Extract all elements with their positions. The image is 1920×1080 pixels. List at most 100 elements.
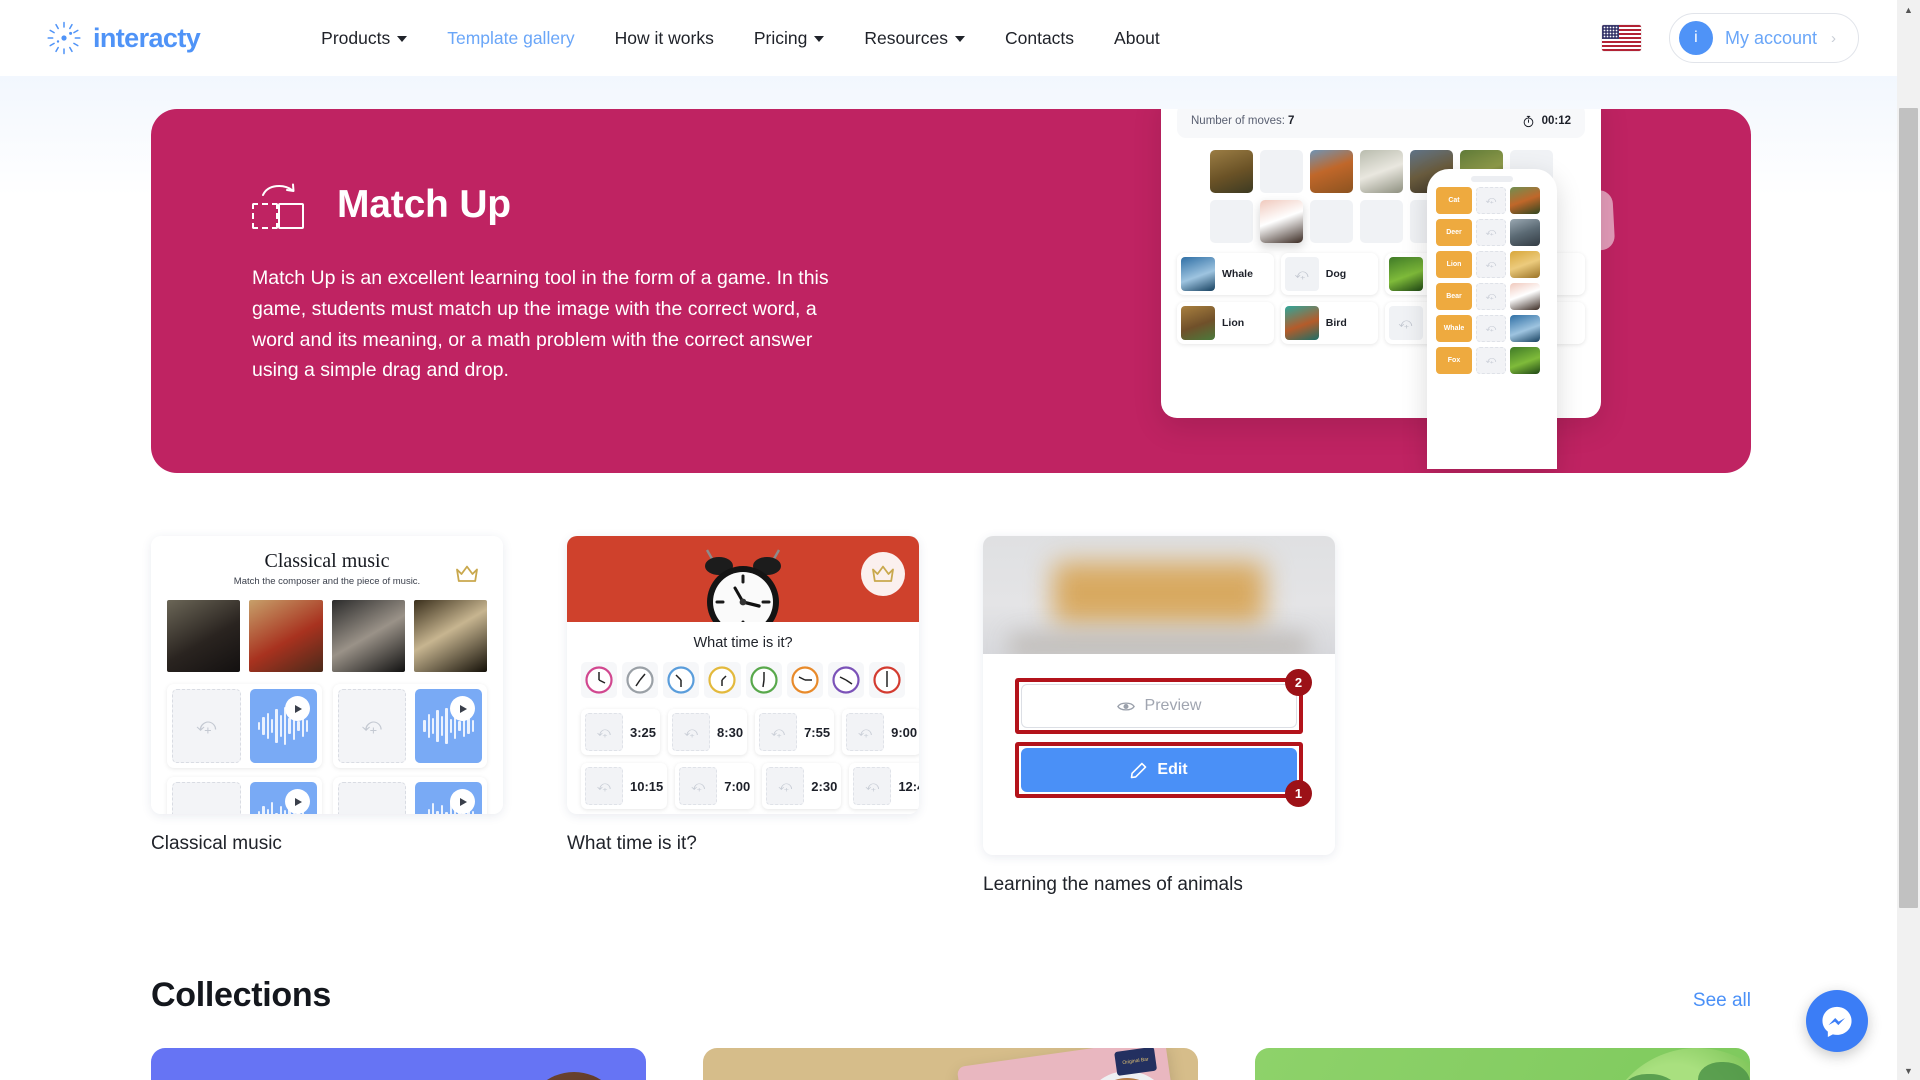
messenger-button[interactable] (1806, 990, 1868, 1052)
nav-label: Contacts (1004, 27, 1075, 48)
page-scrollbar[interactable]: ▲ ▼ (1897, 0, 1920, 1080)
time-label: 7:00 (724, 778, 751, 794)
play-icon[interactable] (284, 696, 310, 721)
time-item: ⤽ 3:25 (581, 709, 661, 755)
moves-value: 7 (1287, 115, 1295, 127)
logo[interactable]: interacty (46, 20, 201, 56)
clock-face (581, 662, 618, 698)
play-icon[interactable] (450, 789, 475, 814)
composer-portraits (167, 600, 487, 672)
clock-row (581, 662, 905, 698)
pair-drop-slot: ⤽ (1388, 306, 1423, 340)
avatar: i (1678, 21, 1713, 55)
pair-thumb (1181, 257, 1215, 291)
memory-game-poster: MEMORY GAME Find pairs and get a prize! … (956, 1048, 1184, 1080)
phone-drop-slot: ⤽ (1476, 283, 1506, 310)
time-item: ⤽ 2:30 (762, 763, 842, 809)
template-card-what-time-is-it[interactable]: What time is it? ⤽ 3:25 ⤽ 8:30 ⤽ 7:55 ⤽ … (567, 536, 919, 855)
us-flag-icon[interactable] (1601, 25, 1641, 51)
hero-phone-preview: Cat ⤽ Deer ⤽ Lion ⤽ Bear ⤽ Whale ⤽ Fox ⤽ (1427, 169, 1557, 469)
nav-item-template-gallery[interactable]: Template gallery (427, 28, 594, 49)
collection-card-1[interactable]: ✚ (151, 1048, 646, 1080)
nav-label: How it works (614, 27, 714, 48)
music-match-rows: ⤽ ⤽ (167, 684, 487, 814)
scrollbar-thumb[interactable] (1899, 108, 1918, 908)
tile-tiger (1209, 150, 1253, 193)
template-grid: Classical music Match the composer and t… (151, 536, 1751, 895)
pair-drop-slot: ⤽ (1284, 257, 1319, 291)
phone-row: Whale ⤽ (1436, 315, 1548, 342)
template-thumbnail[interactable]: Classical music Match the composer and t… (151, 536, 503, 814)
audio-waveform (249, 782, 317, 814)
what-time-body: What time is it? ⤽ 3:25 ⤽ 8:30 ⤽ 7:55 ⤽ … (567, 622, 919, 814)
tile-sheep (1359, 150, 1403, 193)
time-label: 2:30 (811, 778, 838, 794)
nav-item-how-it-works[interactable]: How it works (595, 28, 734, 49)
music-pair: ⤽ (167, 777, 322, 814)
logo-text: interacty (93, 22, 201, 53)
person-photo (524, 1072, 624, 1080)
see-all-link[interactable]: See all (1693, 990, 1751, 1012)
template-title: Classical music (151, 833, 282, 854)
template-card-learning-animals[interactable]: 2 Preview 1 Edit Learning the names of a… (983, 536, 1335, 895)
timer-value: 00:12 (1541, 115, 1571, 127)
pair-label: Lion (1222, 317, 1245, 329)
hero-banner: Match Up Match Up is an excellent learni… (151, 109, 1751, 473)
edit-button[interactable]: Edit (1021, 748, 1297, 792)
drop-slot: ⤽ (853, 767, 892, 805)
phone-image (1510, 219, 1540, 246)
poster-tag: Original Bar (1114, 1048, 1158, 1076)
nav-label: Template gallery (447, 27, 575, 48)
scroll-down-arrow-icon[interactable]: ▼ (1897, 1061, 1920, 1080)
time-item: ⤽ 10:15 (581, 763, 668, 809)
template-card-classical-music[interactable]: Classical music Match the composer and t… (151, 536, 503, 855)
time-answer-rows: ⤽ 3:25 ⤽ 8:30 ⤽ 7:55 ⤽ 9:00 ⤽ 10:15 ⤽ 7:… (581, 709, 919, 809)
nav-item-about[interactable]: About (1094, 28, 1180, 49)
annotation-badge-1: 1 (1285, 780, 1312, 807)
music-pair: ⤽ (332, 777, 487, 814)
stopwatch-icon (1523, 115, 1533, 127)
music-row: ⤽ (167, 777, 487, 814)
clock-face (827, 662, 864, 698)
scroll-up-arrow-icon[interactable]: ▲ (1897, 0, 1920, 19)
clock-face (704, 662, 741, 698)
hero-text-block: Match Up Match Up is an excellent learni… (252, 181, 842, 386)
chevron-right-icon: › (1831, 29, 1836, 47)
portrait-tchaikovsky (331, 600, 405, 672)
play-icon[interactable] (284, 789, 310, 814)
pair-label: Dog (1325, 268, 1347, 280)
phone-image (1510, 315, 1540, 342)
clock-face (868, 662, 905, 698)
nav-label: Pricing (753, 27, 808, 48)
nav-item-products[interactable]: Products (301, 28, 427, 49)
template-thumbnail[interactable]: What time is it? ⤽ 3:25 ⤽ 8:30 ⤽ 7:55 ⤽ … (567, 536, 919, 814)
edit-button-highlight: 1 Edit (1015, 742, 1312, 807)
nav-item-contacts[interactable]: Contacts (985, 28, 1094, 49)
pair-thumb (1181, 306, 1215, 340)
music-row: ⤽ (167, 684, 487, 768)
drop-slot: ⤽ (585, 767, 623, 805)
drop-slot: ⤽ (759, 713, 798, 751)
main-nav: Products Template gallery How it works P… (301, 28, 1180, 49)
phone-drop-slot: ⤽ (1476, 347, 1506, 374)
pair-label: Bird (1325, 317, 1347, 329)
play-icon[interactable] (450, 696, 475, 721)
nav-item-pricing[interactable]: Pricing (734, 28, 845, 49)
collection-card-2[interactable]: MEMORY GAME Find pairs and get a prize! … (703, 1048, 1198, 1080)
moves-label: Number of moves: (1191, 115, 1285, 127)
drop-slot: ⤽ (337, 782, 407, 814)
pair-item: ⤽ Dog (1280, 253, 1378, 295)
phone-row: Cat ⤽ (1436, 187, 1548, 214)
phone-row: Lion ⤽ (1436, 251, 1548, 278)
crown-icon (445, 552, 489, 596)
nav-item-resources[interactable]: Resources (844, 28, 985, 49)
phone-drop-slot: ⤽ (1476, 251, 1506, 278)
nav-label: Resources (864, 27, 948, 48)
my-account-button[interactable]: i My account › (1668, 13, 1859, 63)
clock-face (622, 662, 659, 698)
collection-card-3[interactable] (1255, 1048, 1750, 1080)
time-label: 10:15 (630, 778, 664, 794)
preview-button[interactable]: Preview (1021, 684, 1297, 728)
portrait-paganini (167, 600, 241, 672)
template-thumbnail[interactable]: 2 Preview 1 Edit (983, 536, 1335, 855)
